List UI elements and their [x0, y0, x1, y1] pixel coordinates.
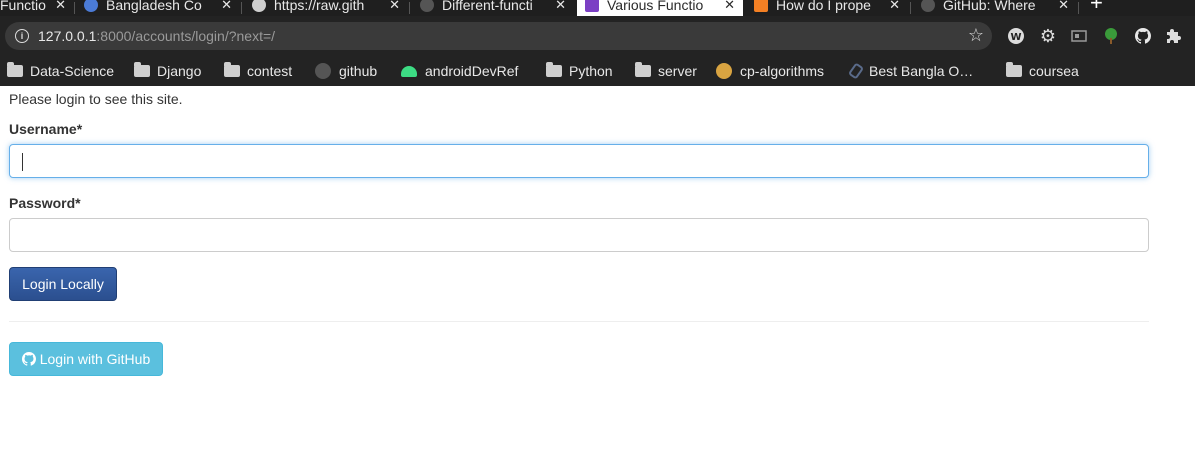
close-icon[interactable]: ✕ [1058, 0, 1069, 16]
folder-icon [546, 62, 562, 77]
bookmark-label: github [339, 63, 378, 79]
android-icon [401, 65, 417, 77]
new-tab-button[interactable]: + [1090, 0, 1103, 14]
bookmark-label: Data-Science [30, 63, 115, 79]
tab-title: Different-functi [442, 0, 533, 13]
folder-icon [224, 62, 240, 77]
bookmark-label: coursea [1029, 63, 1079, 79]
tab-title: How do I prope [776, 0, 871, 13]
tab-6[interactable]: GitHub: Where ✕ [913, 0, 1077, 16]
login-with-github-button[interactable]: Login with GitHub [9, 342, 163, 376]
puzzle-icon[interactable] [1164, 26, 1184, 46]
tab-4[interactable]: Various Functio ✕ [577, 0, 743, 16]
gear-icon[interactable]: ⚙ [1038, 26, 1058, 46]
tab-strip: Functio ✕ Bangladesh Co ✕ https://raw.gi… [0, 0, 1195, 16]
github-icon [921, 0, 935, 12]
tab-3[interactable]: Different-functi ✕ [412, 0, 574, 16]
folder-icon [134, 62, 150, 77]
bookmark-label: Python [569, 63, 613, 79]
bookmark-django[interactable]: Django [134, 62, 201, 80]
tree-icon[interactable] [1101, 26, 1121, 46]
github-icon [21, 352, 36, 366]
close-icon[interactable]: ✕ [724, 0, 735, 16]
bookmark-data-science[interactable]: Data-Science [7, 62, 114, 80]
tab-title: Functio [0, 0, 46, 13]
bookmark-label: Django [157, 63, 202, 79]
close-icon[interactable]: ✕ [221, 0, 232, 16]
bookmark-github[interactable]: github [315, 62, 377, 80]
bookmarks-bar: Data-Science Django contest github andro… [0, 56, 1195, 86]
bookmark-coursea[interactable]: coursea [1006, 62, 1079, 80]
bookmark-cp-algorithms[interactable]: cp-algorithms [716, 62, 824, 80]
bookmark-label: contest [247, 63, 293, 79]
bookmark-python[interactable]: Python [546, 62, 613, 80]
svg-text:W: W [1010, 32, 1021, 43]
bookmark-best-bangla[interactable]: Best Bangla O… [847, 62, 974, 80]
tab-title: https://raw.gith [274, 0, 365, 13]
bookmark-label: Best Bangla O… [869, 63, 974, 79]
close-icon[interactable]: ✕ [555, 0, 566, 16]
tab-title: GitHub: Where [943, 0, 1036, 13]
reader-icon[interactable] [1069, 26, 1089, 46]
github-icon [315, 63, 331, 79]
infinity-icon [84, 0, 98, 12]
star-icon[interactable]: ☆ [968, 25, 984, 46]
username-input[interactable] [9, 144, 1149, 178]
info-icon[interactable]: i [15, 29, 29, 43]
bookmark-contest[interactable]: contest [224, 62, 292, 80]
tab-1[interactable]: Bangladesh Co ✕ [76, 0, 240, 16]
url-text[interactable]: 127.0.0.1:8000/accounts/login/?next=/ [38, 28, 275, 44]
bookmark-label: cp-algorithms [740, 63, 825, 79]
login-intro-text: Please login to see this site. [9, 91, 183, 107]
extension-w-icon[interactable]: W [1006, 26, 1026, 46]
address-bar[interactable]: i 127.0.0.1:8000/accounts/login/?next=/ … [5, 22, 992, 50]
bookmark-server[interactable]: server [635, 62, 697, 80]
url-path: :8000/accounts/login/?next=/ [96, 28, 276, 44]
github-extension-icon[interactable] [1133, 26, 1153, 46]
close-icon[interactable]: ✕ [389, 0, 400, 16]
folder-icon [7, 62, 23, 77]
divider [9, 321, 1149, 322]
bookmark-androiddevref[interactable]: androidDevRef [401, 62, 518, 80]
login-locally-button[interactable]: Login Locally [9, 267, 117, 301]
url-host: 127.0.0.1 [38, 28, 97, 44]
github-icon [420, 0, 434, 12]
bookmark-label: androidDevRef [425, 63, 519, 79]
browser-toolbar: i 127.0.0.1:8000/accounts/login/?next=/ … [0, 16, 1195, 56]
close-icon[interactable]: ✕ [55, 0, 66, 16]
tab-2[interactable]: https://raw.gith ✕ [244, 0, 408, 16]
globe-icon [252, 0, 266, 12]
link-icon [847, 62, 865, 80]
username-label: Username* [9, 121, 83, 137]
folder-icon [635, 62, 651, 77]
cp-algorithms-icon [716, 63, 732, 79]
text-caret [22, 153, 23, 171]
tab-title: Bangladesh Co [106, 0, 202, 13]
password-input[interactable] [9, 218, 1149, 252]
close-icon[interactable]: ✕ [889, 0, 900, 16]
dd-site-icon [585, 0, 599, 12]
bookmark-label: server [658, 63, 697, 79]
github-button-label: Login with GitHub [39, 351, 151, 367]
password-label: Password* [9, 195, 81, 211]
folder-icon [1006, 62, 1022, 77]
tab-5[interactable]: How do I prope ✕ [746, 0, 908, 16]
tab-title: Various Functio [607, 0, 704, 13]
tab-0[interactable]: Functio ✕ [0, 0, 74, 16]
stackoverflow-icon [754, 0, 768, 12]
page-divider [0, 86, 1195, 88]
